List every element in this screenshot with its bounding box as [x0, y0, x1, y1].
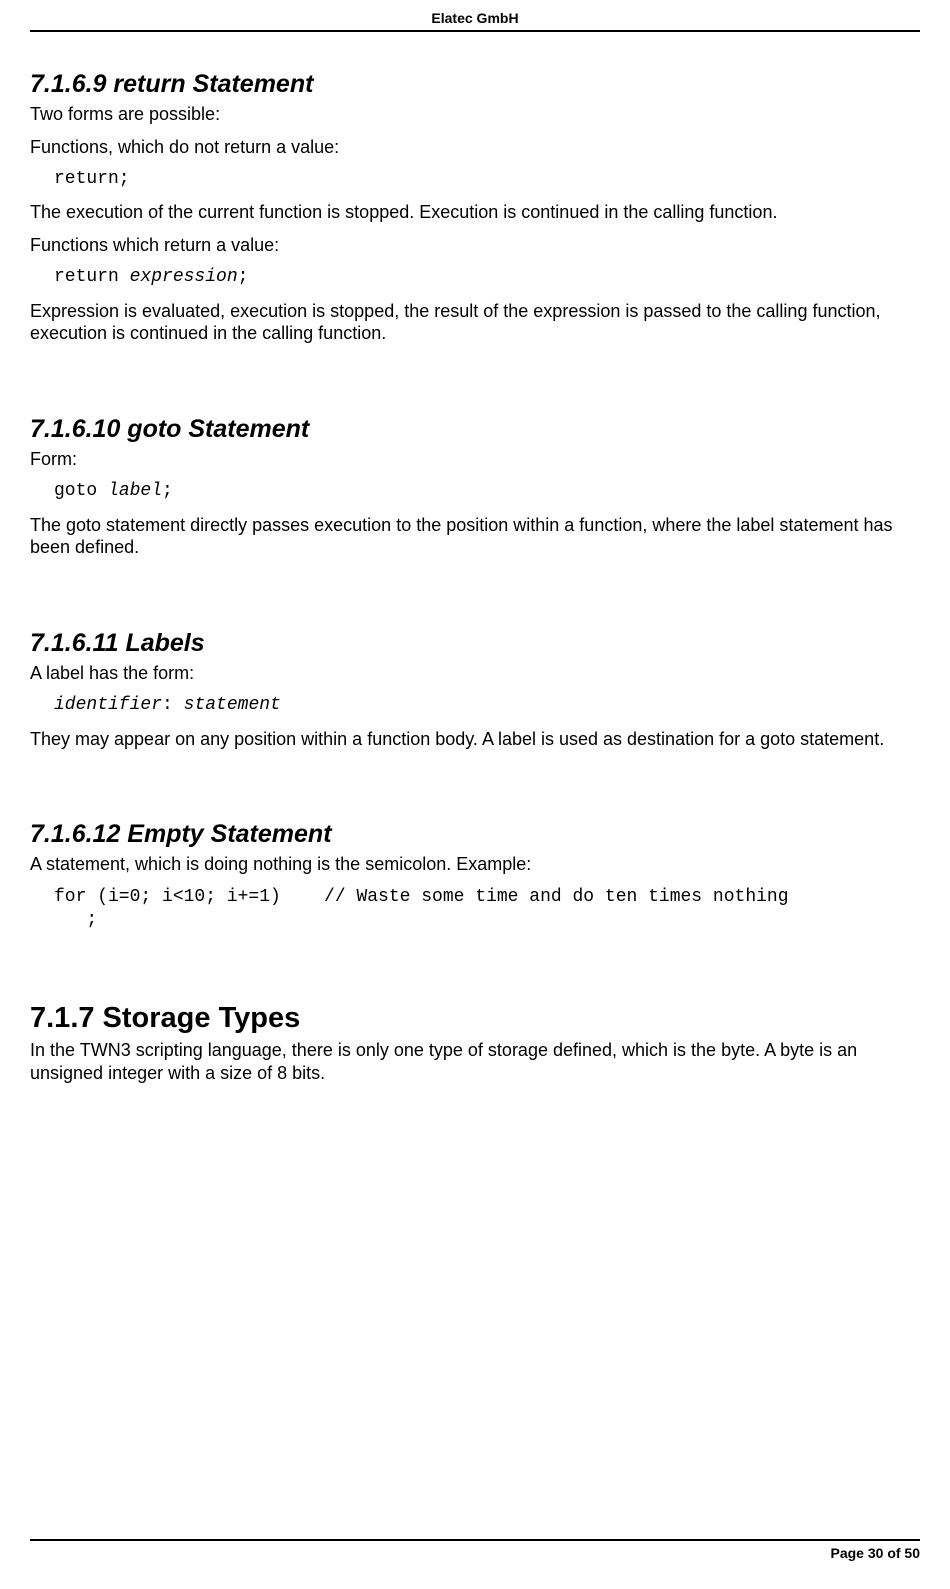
code-expression: label: [108, 481, 162, 501]
body-text: The execution of the current function is…: [30, 201, 920, 224]
heading-goto-statement: 7.1.6.10 goto Statement: [30, 415, 920, 444]
code-text: ;: [162, 481, 173, 501]
code-block: for (i=0; i<10; i+=1) // Waste some time…: [30, 886, 920, 933]
page-header: Elatec GmbH: [30, 0, 920, 32]
company-name: Elatec GmbH: [431, 10, 518, 26]
code-expression: statement: [184, 695, 281, 715]
page-footer: Page 30 of 50: [30, 1539, 920, 1561]
body-text: A label has the form:: [30, 662, 920, 685]
section-labels: 7.1.6.11 Labels A label has the form: id…: [30, 629, 920, 750]
heading-storage-types: 7.1.7 Storage Types: [30, 1002, 920, 1035]
body-text: The goto statement directly passes execu…: [30, 514, 920, 559]
code-block: return expression;: [30, 266, 920, 289]
body-text: Two forms are possible:: [30, 103, 920, 126]
code-block: identifier: statement: [30, 694, 920, 717]
section-storage-types: 7.1.7 Storage Types In the TWN3 scriptin…: [30, 1002, 920, 1084]
body-text: Expression is evaluated, execution is st…: [30, 300, 920, 345]
page-number: Page 30 of 50: [831, 1545, 921, 1561]
body-text: In the TWN3 scripting language, there is…: [30, 1039, 920, 1084]
section-return-statement: 7.1.6.9 return Statement Two forms are p…: [30, 70, 920, 345]
heading-return-statement: 7.1.6.9 return Statement: [30, 70, 920, 99]
code-text: goto: [54, 481, 108, 501]
section-goto-statement: 7.1.6.10 goto Statement Form: goto label…: [30, 415, 920, 559]
page-content: 7.1.6.9 return Statement Two forms are p…: [30, 32, 920, 1084]
code-expression: identifier: [54, 695, 162, 715]
code-text: return: [54, 267, 130, 287]
code-text: :: [162, 695, 184, 715]
body-text: Functions, which do not return a value:: [30, 136, 920, 159]
body-text: They may appear on any position within a…: [30, 728, 920, 751]
code-block: return;: [30, 168, 920, 191]
body-text: A statement, which is doing nothing is t…: [30, 853, 920, 876]
code-block: goto label;: [30, 480, 920, 503]
body-text: Functions which return a value:: [30, 234, 920, 257]
heading-empty-statement: 7.1.6.12 Empty Statement: [30, 820, 920, 849]
code-text: ;: [238, 267, 249, 287]
heading-labels: 7.1.6.11 Labels: [30, 629, 920, 658]
body-text: Form:: [30, 448, 920, 471]
section-empty-statement: 7.1.6.12 Empty Statement A statement, wh…: [30, 820, 920, 932]
code-expression: expression: [130, 267, 238, 287]
